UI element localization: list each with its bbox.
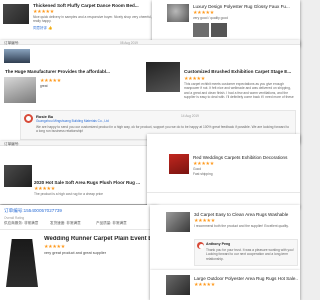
rating-line-2: 发货速度: 非常满意 — [50, 221, 81, 226]
review-card-outdoor-rug: Large Outdoor Polyester Area Rug Rugs Ho… — [150, 270, 300, 300]
review-card-plush-floor-rug: 订单编号: 2020 Hot Sale Soft Area Rugs Plush… — [0, 141, 158, 204]
product-title[interactable]: Red Weddings Carpets Exhibition Decorati… — [193, 155, 298, 160]
supplier-avatar-icon — [24, 114, 33, 123]
rating-line-1: 供应商服务: 非常满意 — [4, 221, 38, 226]
product-thumbnail[interactable] — [3, 4, 29, 24]
product-thumbnail[interactable] — [4, 165, 32, 187]
rating-stars: ★★★★★ — [44, 244, 65, 250]
order-header-bar — [0, 141, 158, 146]
order-number-value[interactable]: 155400057027739 — [24, 208, 62, 213]
product-thumbnail[interactable] — [166, 212, 190, 232]
product-title[interactable]: Large Outdoor Polyester Area Rug Rugs Ho… — [194, 276, 298, 281]
review-text-extra: Fast shipping — [193, 172, 213, 176]
review-photo[interactable] — [193, 23, 209, 37]
order-header-bar — [0, 40, 300, 45]
reply-date: 14 Aug 2019 — [181, 114, 199, 118]
divider — [0, 229, 158, 230]
rating-value: 非常满意 — [23, 221, 39, 225]
review-card-red-wedding-carpet: Red Weddings Carpets Exhibition Decorati… — [147, 134, 300, 207]
product-thumbnail[interactable] — [167, 4, 189, 22]
rating-label: 产品质量: — [96, 221, 112, 225]
review-text: I recommend both the product and the sup… — [194, 224, 289, 228]
product-thumbnail[interactable] — [6, 239, 38, 287]
product-thumbnail[interactable] — [146, 62, 180, 92]
rating-stars: ★★★★★ — [194, 282, 215, 288]
review-text: The product is a high cost rug for a che… — [34, 192, 103, 196]
review-card-exhibition-carpet: 订单编号: 08 Aug 2019 The Huge Manufacturer … — [0, 40, 300, 143]
rating-label: 发货速度: — [50, 221, 66, 225]
order-label: 订单编号: — [4, 142, 20, 146]
product-title[interactable]: The Huge Manufacturer Provides the affor… — [5, 69, 135, 74]
order-label: 订单编号: — [4, 41, 20, 45]
product-thumbnail[interactable] — [4, 49, 30, 63]
rating-section-title: Overall Rating — [4, 216, 25, 220]
rating-value: 非常满意 — [66, 221, 81, 225]
helpful-link[interactable]: 同意好评 👍 — [33, 26, 52, 31]
supplier-name: Anthony Peng — [206, 242, 231, 246]
product-title[interactable]: 2020 Hot Sale Soft Area Rugs Plush Floor… — [34, 180, 156, 185]
product-title[interactable]: 3d Carpet Easy to Clean Area Rugs Washab… — [194, 212, 298, 217]
rating-value: 非常满意 — [112, 221, 127, 225]
product-title[interactable]: Customized Brushed Exhibition Carpet Sta… — [184, 69, 296, 74]
rating-label: 供应商服务: — [4, 221, 23, 225]
review-text: This carpet exhibit meets customer expec… — [184, 82, 294, 100]
order-label: 订单编号: — [4, 208, 24, 213]
divider — [147, 192, 300, 193]
rating-line-3: 产品质量: 非常满意 — [96, 221, 127, 226]
review-date: 08 Aug 2019 — [120, 41, 138, 45]
review-photo[interactable] — [211, 23, 227, 37]
review-card-fluffy-carpet: Thickened Soft Fluffy Carpet Dance Room … — [0, 0, 158, 40]
supplier-company[interactable]: Guangzhou Mingshuang Building Materials … — [36, 119, 109, 123]
review-card-wedding-runner: 订单编号:155400057027739 Overall Rating 供应商服… — [0, 205, 158, 300]
review-text: very great product and great supplier — [44, 251, 107, 255]
review-card-3d-carpet: 3d Carpet Easy to Clean Area Rugs Washab… — [150, 205, 300, 270]
reply-text: Thank you for your trust. It was a pleas… — [206, 248, 294, 261]
product-title[interactable]: Luxury Design Polyester Rug Glossy Faux … — [193, 4, 298, 9]
review-text: very good / quality good — [193, 16, 229, 20]
product-thumbnail[interactable] — [166, 275, 190, 295]
product-title[interactable]: Thickened Soft Fluffy Carpet Dance Room … — [33, 3, 156, 8]
product-thumbnail[interactable] — [4, 77, 36, 103]
product-title[interactable]: Wedding Runner Carpet Plain Event Exhibi… — [44, 236, 156, 242]
review-text: great — [40, 84, 48, 88]
review-text: Nice quick delivery in samples and a res… — [33, 15, 152, 24]
supplier-reply: Anthony Peng Thank you for your trust. I… — [194, 239, 298, 266]
product-thumbnail[interactable] — [169, 154, 189, 174]
order-number[interactable]: 订单编号:155400057027739 — [4, 208, 62, 214]
supplier-avatar-icon — [197, 242, 204, 249]
